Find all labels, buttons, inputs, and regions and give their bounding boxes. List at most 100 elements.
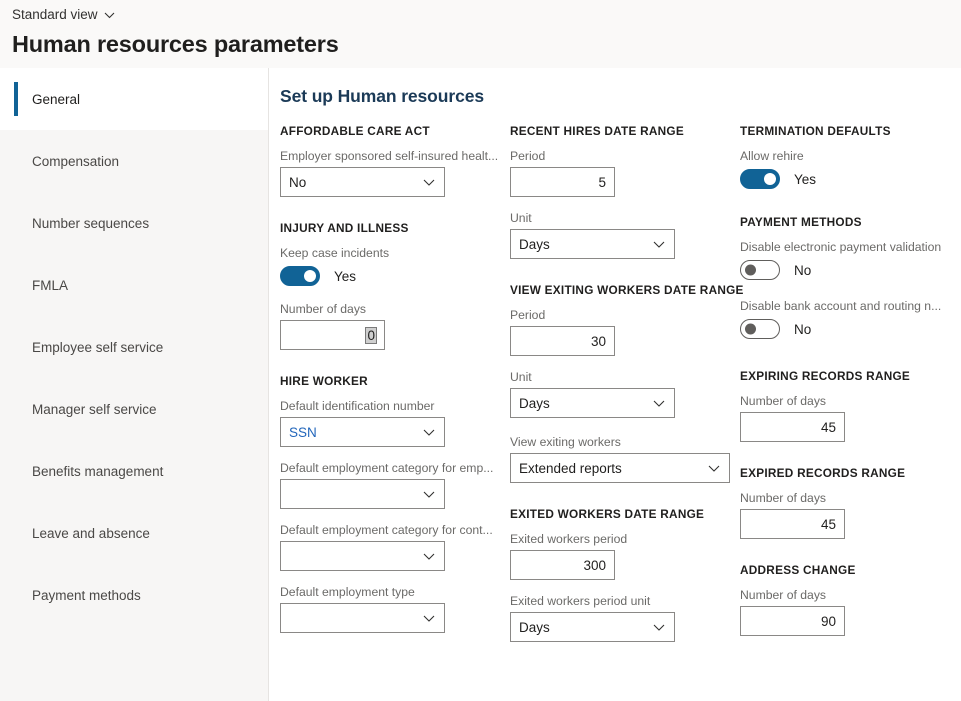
expired-records-number-of-days-input[interactable]: 45 — [740, 509, 845, 539]
field-default-employment-type: Default employment type — [280, 584, 499, 633]
group-affordable-care-act: AFFORDABLE CARE ACT Employer sponsored s… — [280, 124, 499, 197]
field-expiring-records-number-of-days: Number of days 45 — [740, 393, 955, 442]
default-employment-category-employee-select[interactable] — [280, 479, 445, 509]
view-exiting-workers-select[interactable]: Extended reports — [510, 453, 730, 483]
field-label: Employer sponsored self-insured healt... — [280, 148, 499, 164]
field-label: Default employment type — [280, 584, 499, 600]
input-value: 90 — [821, 614, 836, 629]
toggle-knob — [304, 270, 316, 282]
sidebar-item-manager-self-service[interactable]: Manager self service — [0, 378, 268, 440]
field-default-identification-number: Default identification number SSN — [280, 398, 499, 447]
field-recent-hires-period: Period 5 — [510, 148, 729, 197]
sidebar-item-payment-methods[interactable]: Payment methods — [0, 564, 268, 626]
field-label: Exited workers period unit — [510, 593, 729, 609]
field-injury-number-of-days: Number of days 0 — [280, 301, 499, 350]
allow-rehire-toggle[interactable] — [740, 169, 780, 189]
select-value: Days — [519, 237, 550, 252]
section-heading: Set up Human resources — [280, 86, 484, 107]
group-title: PAYMENT METHODS — [740, 215, 955, 229]
field-exited-workers-period: Exited workers period 300 — [510, 531, 729, 580]
human-resources-parameters-page: Standard view Human resources parameters… — [0, 0, 961, 701]
default-employment-type-select[interactable] — [280, 603, 445, 633]
toggle-state-label: Yes — [794, 172, 816, 187]
field-label: Exited workers period — [510, 531, 729, 547]
field-label: Unit — [510, 210, 729, 226]
exited-workers-period-unit-select[interactable]: Days — [510, 612, 675, 642]
field-exited-workers-period-unit: Exited workers period unit Days — [510, 593, 729, 642]
group-title: RECENT HIRES DATE RANGE — [510, 124, 729, 138]
page-title: Human resources parameters — [12, 28, 339, 60]
page-header: Standard view Human resources parameters — [0, 0, 961, 68]
field-label: Disable bank account and routing n... — [740, 298, 955, 314]
group-title: EXITED WORKERS DATE RANGE — [510, 507, 729, 521]
sidebar-item-fmla[interactable]: FMLA — [0, 254, 268, 316]
sidebar-item-general[interactable]: General — [0, 68, 268, 130]
sidebar-item-compensation[interactable]: Compensation — [0, 130, 268, 192]
toggle-knob — [764, 173, 776, 185]
group-expiring-records-range: EXPIRING RECORDS RANGE Number of days 45 — [740, 369, 955, 442]
sidebar-item-number-sequences[interactable]: Number sequences — [0, 192, 268, 254]
default-employment-category-contractor-select[interactable] — [280, 541, 445, 571]
sidebar-item-leave-and-absence[interactable]: Leave and absence — [0, 502, 268, 564]
injury-number-of-days-input[interactable]: 0 — [280, 320, 385, 350]
chevron-down-icon — [707, 461, 721, 475]
field-label: Default identification number — [280, 398, 499, 414]
disable-bank-account-routing-toggle[interactable] — [740, 319, 780, 339]
exited-workers-period-input[interactable]: 300 — [510, 550, 615, 580]
group-address-change: ADDRESS CHANGE Number of days 90 — [740, 563, 955, 636]
sidebar-item-label: Number sequences — [32, 216, 149, 231]
column-middle: RECENT HIRES DATE RANGE Period 5 Unit Da… — [499, 124, 729, 666]
group-payment-methods: PAYMENT METHODS Disable electronic payme… — [740, 215, 955, 341]
view-selector[interactable]: Standard view — [12, 6, 115, 24]
group-title: EXPIRED RECORDS RANGE — [740, 466, 955, 480]
field-label: Default employment category for emp... — [280, 460, 499, 476]
input-value: 45 — [821, 420, 836, 435]
field-disable-electronic-payment-validation: Disable electronic payment validation No — [740, 239, 955, 282]
group-termination-defaults: TERMINATION DEFAULTS Allow rehire Yes — [740, 124, 955, 191]
field-label: Disable electronic payment validation — [740, 239, 955, 255]
recent-hires-unit-select[interactable]: Days — [510, 229, 675, 259]
select-value: Extended reports — [519, 461, 622, 476]
keep-case-incidents-toggle[interactable] — [280, 266, 320, 286]
field-view-exiting-period: Period 30 — [510, 307, 729, 356]
sidebar-item-employee-self-service[interactable]: Employee self service — [0, 316, 268, 378]
recent-hires-period-input[interactable]: 5 — [510, 167, 615, 197]
field-label: Number of days — [740, 490, 955, 506]
sidebar-item-label: Employee self service — [32, 340, 163, 355]
sidebar-item-label: Compensation — [32, 154, 119, 169]
default-identification-number-select[interactable]: SSN — [280, 417, 445, 447]
group-title: HIRE WORKER — [280, 374, 499, 388]
disable-electronic-payment-validation-toggle[interactable] — [740, 260, 780, 280]
group-title: TERMINATION DEFAULTS — [740, 124, 955, 138]
chevron-down-icon — [422, 487, 436, 501]
toggle-knob — [745, 324, 756, 335]
field-disable-bank-account-and-routing-number: Disable bank account and routing n... No — [740, 298, 955, 341]
field-keep-case-incidents: Keep case incidents Yes — [280, 245, 499, 288]
sidebar-item-label: Payment methods — [32, 588, 141, 603]
view-exiting-unit-select[interactable]: Days — [510, 388, 675, 418]
parameters-columns: AFFORDABLE CARE ACT Employer sponsored s… — [269, 124, 961, 666]
sidebar-item-label: General — [32, 92, 80, 107]
sidebar-item-benefits-management[interactable]: Benefits management — [0, 440, 268, 502]
employer-sponsored-select[interactable]: No — [280, 167, 445, 197]
chevron-down-icon — [652, 620, 666, 634]
expiring-records-number-of-days-input[interactable]: 45 — [740, 412, 845, 442]
select-value: No — [289, 175, 306, 190]
group-title: AFFORDABLE CARE ACT — [280, 124, 499, 138]
sidebar-item-label: Benefits management — [32, 464, 163, 479]
field-view-exiting-unit: Unit Days — [510, 369, 729, 418]
field-label: View exiting workers — [510, 434, 729, 450]
field-address-change-number-of-days: Number of days 90 — [740, 587, 955, 636]
toggle-state-label: Yes — [334, 269, 356, 284]
input-value: 30 — [591, 334, 606, 349]
chevron-down-icon — [652, 396, 666, 410]
field-default-employment-category-employee: Default employment category for emp... — [280, 460, 499, 509]
view-exiting-period-input[interactable]: 30 — [510, 326, 615, 356]
address-change-number-of-days-input[interactable]: 90 — [740, 606, 845, 636]
toggle-row: No — [740, 258, 955, 282]
chevron-down-icon — [104, 10, 115, 21]
toggle-row: No — [740, 317, 955, 341]
toggle-row: Yes — [740, 167, 955, 191]
group-injury-and-illness: INJURY AND ILLNESS Keep case incidents Y… — [280, 221, 499, 350]
field-label: Period — [510, 307, 729, 323]
